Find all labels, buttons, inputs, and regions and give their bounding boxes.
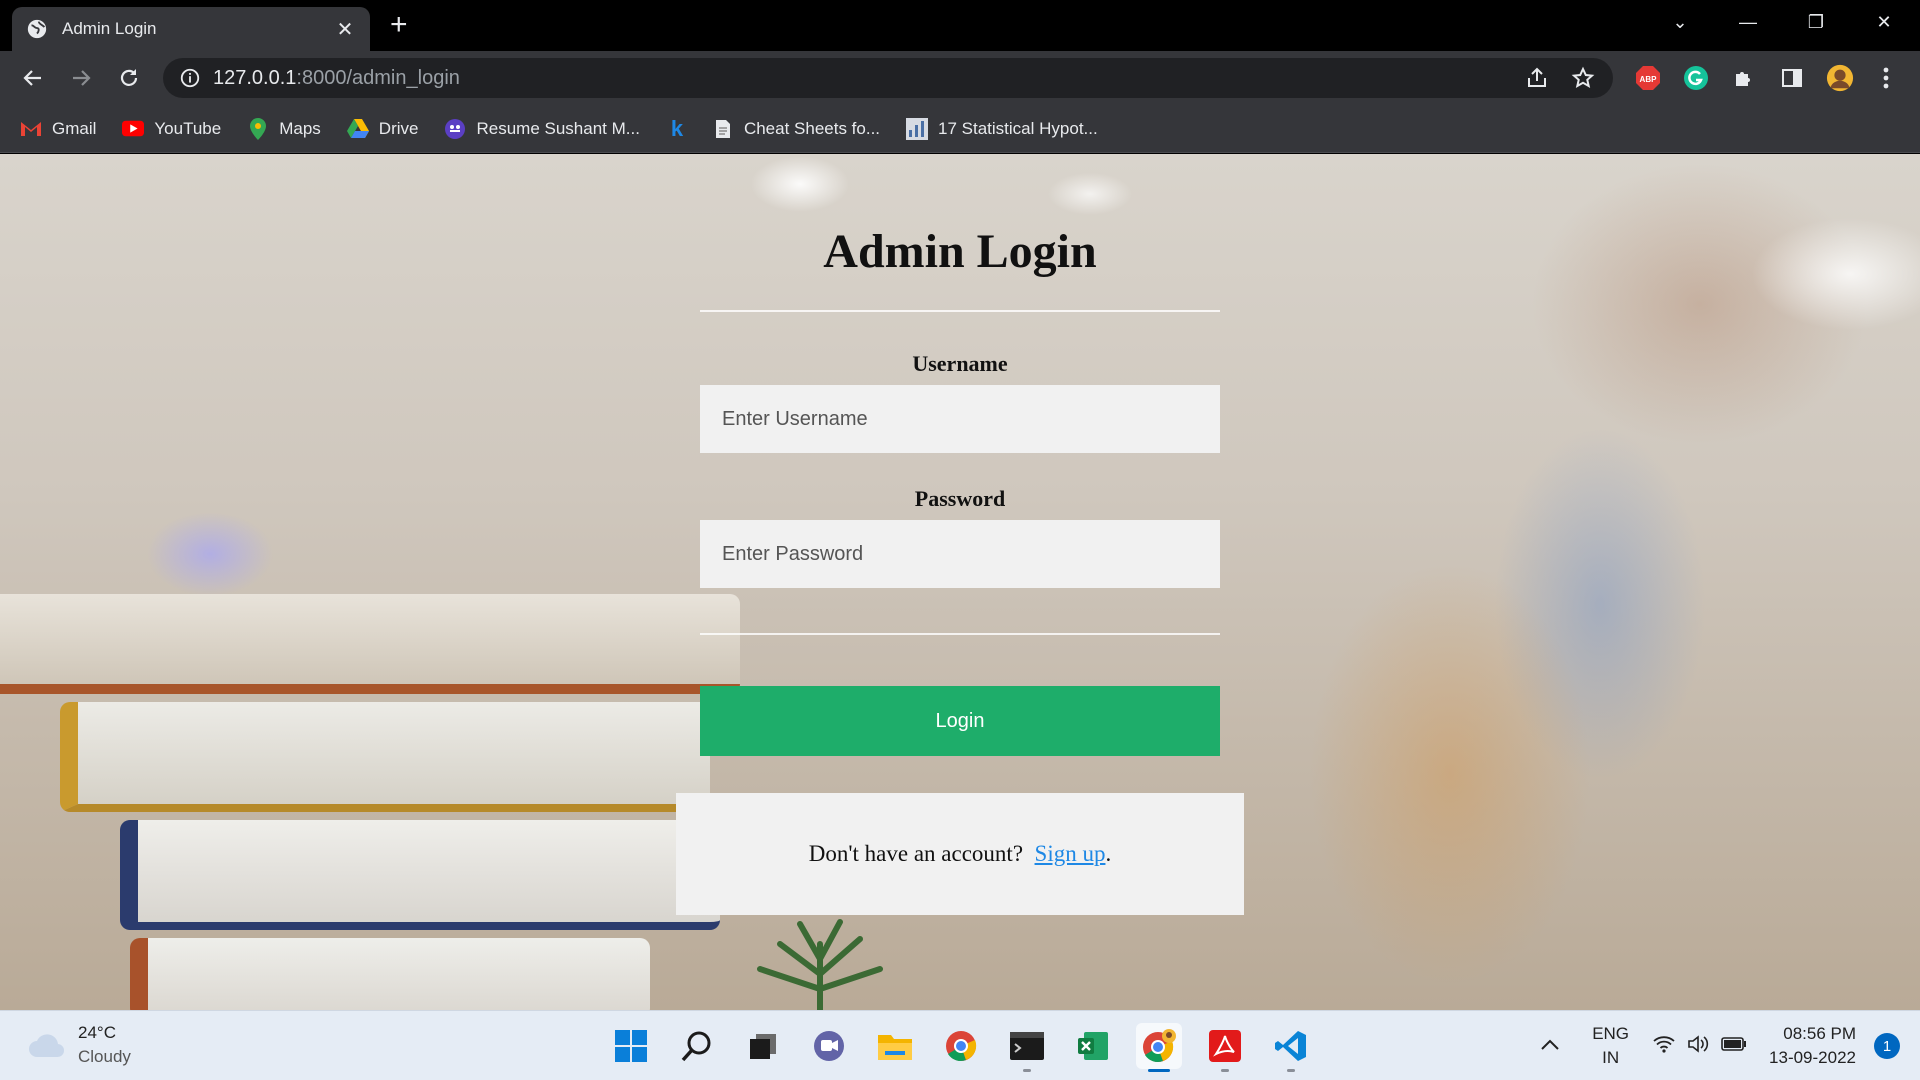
divider <box>700 310 1220 312</box>
grammarly-icon[interactable] <box>1682 64 1710 92</box>
back-icon[interactable] <box>18 63 48 93</box>
signup-prompt: Don't have an account? Sign up. <box>676 793 1244 915</box>
site-info-icon[interactable] <box>179 67 201 89</box>
weather-widget[interactable]: 24°C Cloudy <box>28 1021 131 1069</box>
signup-link[interactable]: Sign up <box>1035 841 1106 866</box>
volume-icon[interactable] <box>1687 1034 1709 1059</box>
password-input[interactable] <box>700 520 1220 588</box>
vscode-button[interactable] <box>1268 1023 1314 1072</box>
bookmark-cheat-sheets[interactable]: Cheat Sheets fo... <box>712 118 880 140</box>
system-tray: ENG IN 08:56 PM 13-09-2022 1 <box>1540 1011 1920 1080</box>
reload-icon[interactable] <box>114 63 144 93</box>
search-icon <box>681 1031 711 1062</box>
wifi-icon[interactable] <box>1653 1035 1675 1058</box>
share-icon[interactable] <box>1525 66 1549 90</box>
task-view-icon <box>750 1034 776 1059</box>
extensions-puzzle-icon[interactable] <box>1730 64 1758 92</box>
temperature: 24°C <box>78 1023 116 1042</box>
address-bar[interactable]: 127.0.0.1:8000/admin_login <box>163 58 1613 98</box>
vscode-icon <box>1275 1031 1306 1061</box>
tab-title: Admin Login <box>62 19 157 38</box>
page-title: Admin Login <box>823 225 1097 278</box>
username-label: Username <box>912 351 1008 376</box>
forward-icon[interactable] <box>66 63 96 93</box>
pdf-icon <box>1209 1030 1241 1062</box>
page-viewport: Admin Login Username Password Login Don'… <box>0 154 1920 1010</box>
bookmark-gmail[interactable]: Gmail <box>20 118 96 140</box>
windows-icon <box>615 1030 647 1062</box>
svg-text:ABP: ABP <box>1640 75 1658 84</box>
battery-icon[interactable] <box>1721 1035 1747 1058</box>
bookmark-k[interactable]: k <box>666 115 698 141</box>
chat-icon <box>814 1031 844 1061</box>
drive-icon <box>346 118 369 140</box>
chevron-up-icon[interactable] <box>1540 1036 1560 1056</box>
language-indicator[interactable]: ENG IN <box>1592 1022 1629 1070</box>
clock[interactable]: 08:56 PM 13-09-2022 <box>1769 1022 1856 1070</box>
chrome-profile-icon <box>1143 1029 1176 1062</box>
bookmarks-bar: Gmail YouTube Maps Drive Resume Sushant … <box>0 105 1920 153</box>
terminal-icon <box>1010 1032 1044 1060</box>
maps-icon <box>247 117 269 140</box>
start-button[interactable] <box>608 1023 654 1069</box>
search-button[interactable] <box>674 1023 720 1069</box>
file-explorer-button[interactable] <box>872 1023 918 1069</box>
signup-text: Don't have an account? Sign up. <box>808 841 1112 866</box>
taskbar: 24°C Cloudy ENG IN 08:56 PM 13-09-2022 1 <box>0 1010 1920 1080</box>
chart-image-icon <box>906 117 929 140</box>
gmail-icon <box>20 118 42 140</box>
task-view-button[interactable] <box>740 1023 786 1069</box>
globe-icon <box>27 19 47 39</box>
menu-kebab-icon[interactable] <box>1872 64 1900 92</box>
password-label: Password <box>914 486 1006 511</box>
tab-admin-login[interactable]: Admin Login ✕ <box>12 7 370 51</box>
bookmark-star-icon[interactable] <box>1571 66 1595 90</box>
youtube-icon <box>122 118 145 140</box>
resume-site-icon <box>444 118 466 140</box>
bookmark-youtube[interactable]: YouTube <box>122 118 221 140</box>
close-window-button[interactable]: ✕ <box>1854 0 1914 44</box>
excel-icon <box>1078 1032 1108 1060</box>
login-button[interactable]: Login <box>700 686 1220 756</box>
teams-chat-button[interactable] <box>806 1023 852 1069</box>
document-icon <box>712 118 734 140</box>
bookmark-maps[interactable]: Maps <box>247 117 321 140</box>
folder-icon <box>878 1035 912 1060</box>
notification-badge[interactable]: 1 <box>1874 1033 1900 1059</box>
acrobat-button[interactable] <box>1202 1023 1248 1072</box>
bookmark-drive[interactable]: Drive <box>346 118 418 140</box>
bookmark-resume[interactable]: Resume Sushant M... <box>444 118 640 140</box>
profile-avatar[interactable] <box>1826 64 1854 92</box>
excel-button[interactable] <box>1070 1023 1116 1069</box>
terminal-button[interactable] <box>1004 1023 1050 1072</box>
chrome-button[interactable] <box>938 1023 984 1069</box>
tab-search-icon[interactable]: ⌄ <box>1650 0 1710 44</box>
url-text: 127.0.0.1:8000/admin_login <box>213 66 460 89</box>
bookmark-statistical[interactable]: 17 Statistical Hypot... <box>906 117 1098 140</box>
k-icon: k <box>670 115 684 141</box>
weather-condition: Cloudy <box>78 1047 131 1066</box>
login-form: Admin Login Username Password Login Don'… <box>676 154 1244 1010</box>
cloud-icon <box>29 1034 65 1058</box>
username-input[interactable] <box>700 385 1220 453</box>
close-tab-icon[interactable]: ✕ <box>334 17 356 42</box>
chrome-icon <box>946 1031 977 1061</box>
new-tab-button[interactable]: + <box>390 10 408 40</box>
tab-strip: Admin Login ✕ + ⌄ — ❐ ✕ <box>0 0 1920 51</box>
divider <box>700 633 1220 635</box>
restore-button[interactable]: ❐ <box>1786 0 1846 44</box>
minimize-button[interactable]: — <box>1718 0 1778 44</box>
chrome-profile-button[interactable] <box>1136 1023 1182 1072</box>
books-background-image <box>0 594 740 1010</box>
adblock-icon[interactable]: ABP <box>1634 64 1662 92</box>
browser-toolbar: 127.0.0.1:8000/admin_login ABP <box>0 51 1920 105</box>
side-panel-icon[interactable] <box>1778 64 1806 92</box>
taskbar-apps <box>608 1023 1314 1072</box>
